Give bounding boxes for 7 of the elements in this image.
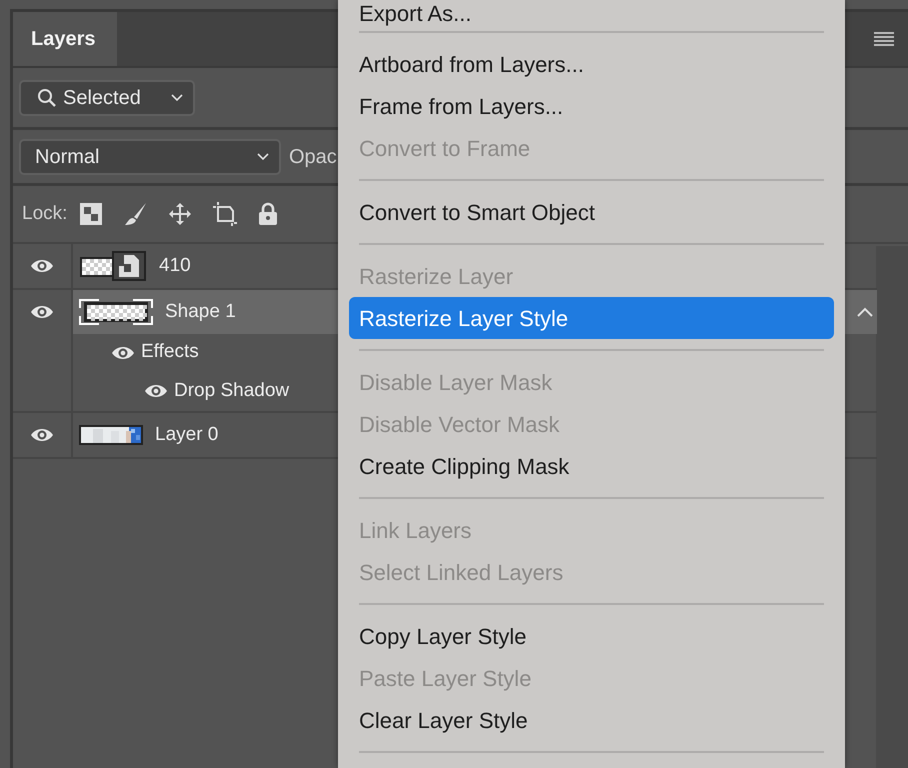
effect-name: Drop Shadow (174, 378, 290, 403)
layer-name: Layer 0 (155, 422, 218, 447)
layer-name: 410 (159, 254, 191, 278)
opacity-label: Opac (289, 144, 337, 170)
lock-label: Lock: (22, 202, 68, 226)
effect-name: Effects (141, 340, 199, 364)
layer-name: Shape 1 (165, 300, 236, 324)
